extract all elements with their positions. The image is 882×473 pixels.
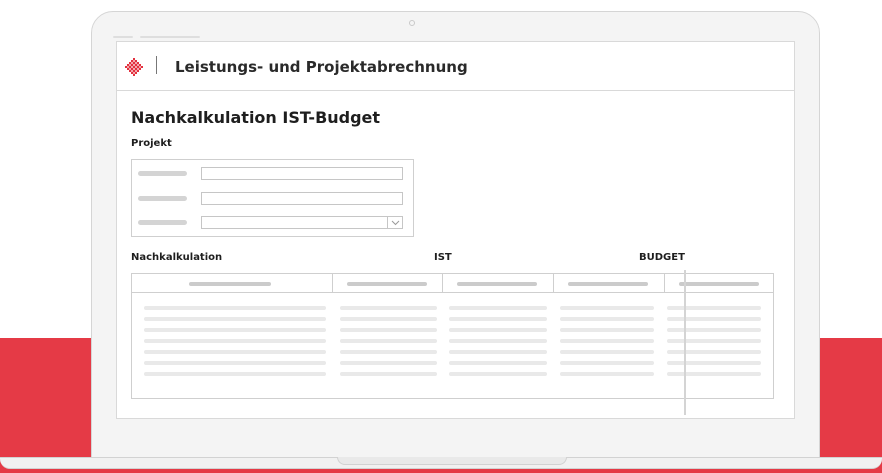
page-title: Nachkalkulation IST-Budget — [131, 108, 381, 127]
table-cell-placeholder — [144, 372, 326, 376]
table-cell-placeholder — [340, 361, 437, 365]
app-header: Leistungs- und Projektabrechnung — [117, 42, 794, 91]
table-cell-placeholder — [667, 350, 761, 354]
table-cell-placeholder — [667, 328, 761, 332]
table-header — [132, 274, 773, 293]
table-cell-placeholder — [340, 306, 437, 310]
table-cell-placeholder — [667, 306, 761, 310]
column-header-placeholder[interactable] — [457, 282, 537, 286]
header-divider — [156, 56, 157, 74]
app-title: Leistungs- und Projektabrechnung — [175, 58, 468, 76]
table-cell-placeholder — [560, 306, 654, 310]
column-divider — [553, 274, 554, 293]
table-cell-placeholder — [449, 339, 547, 343]
column-divider — [442, 274, 443, 293]
column-header-placeholder[interactable] — [189, 282, 271, 286]
laptop-notch — [337, 457, 567, 465]
table-cell-placeholder — [144, 306, 326, 310]
table-cell-placeholder — [449, 372, 547, 376]
table-cell-placeholder — [144, 361, 326, 365]
table-cell-placeholder — [667, 339, 761, 343]
table-cell-placeholder — [144, 328, 326, 332]
table-cell-placeholder — [144, 350, 326, 354]
app-window: Leistungs- und Projektabrechnung Nachkal… — [116, 41, 795, 419]
table-cell-placeholder — [449, 306, 547, 310]
table-label-nachkalkulation: Nachkalkulation — [131, 252, 223, 263]
table-cell-placeholder — [144, 317, 326, 321]
table-cell-placeholder — [449, 317, 547, 321]
table-cell-placeholder — [560, 372, 654, 376]
column-divider — [664, 274, 665, 293]
data-table — [131, 273, 774, 399]
field-label-placeholder — [138, 196, 187, 201]
top-line-left-2 — [140, 36, 200, 38]
project-form — [131, 159, 414, 237]
table-label-budget: BUDGET — [639, 252, 685, 263]
table-cell-placeholder — [667, 372, 761, 376]
table-cell-placeholder — [560, 350, 654, 354]
column-divider — [332, 274, 333, 293]
table-cell-placeholder — [667, 361, 761, 365]
table-cell-placeholder — [667, 317, 761, 321]
column-header-placeholder[interactable] — [568, 282, 648, 286]
table-cell-placeholder — [560, 361, 654, 365]
diamond-logo-icon — [125, 58, 143, 80]
chevron-down-icon[interactable] — [387, 217, 402, 228]
field-label-placeholder — [138, 171, 187, 176]
scrollbar[interactable] — [684, 270, 686, 415]
top-line-left — [113, 36, 133, 38]
table-cell-placeholder — [340, 317, 437, 321]
column-header-placeholder[interactable] — [679, 282, 759, 286]
project-field-2[interactable] — [201, 192, 403, 205]
field-label-placeholder — [138, 220, 187, 225]
column-header-placeholder[interactable] — [347, 282, 427, 286]
project-field-1[interactable] — [201, 167, 403, 180]
table-cell-placeholder — [340, 339, 437, 343]
table-cell-placeholder — [340, 372, 437, 376]
table-cell-placeholder — [340, 350, 437, 354]
table-cell-placeholder — [144, 339, 326, 343]
table-cell-placeholder — [449, 350, 547, 354]
project-section-label: Projekt — [131, 138, 172, 149]
table-cell-placeholder — [560, 339, 654, 343]
camera-icon — [409, 20, 415, 26]
table-cell-placeholder — [560, 317, 654, 321]
project-select[interactable] — [201, 216, 403, 229]
table-cell-placeholder — [560, 328, 654, 332]
table-cell-placeholder — [340, 328, 437, 332]
table-label-ist: IST — [434, 252, 452, 263]
table-cell-placeholder — [449, 328, 547, 332]
table-cell-placeholder — [449, 361, 547, 365]
